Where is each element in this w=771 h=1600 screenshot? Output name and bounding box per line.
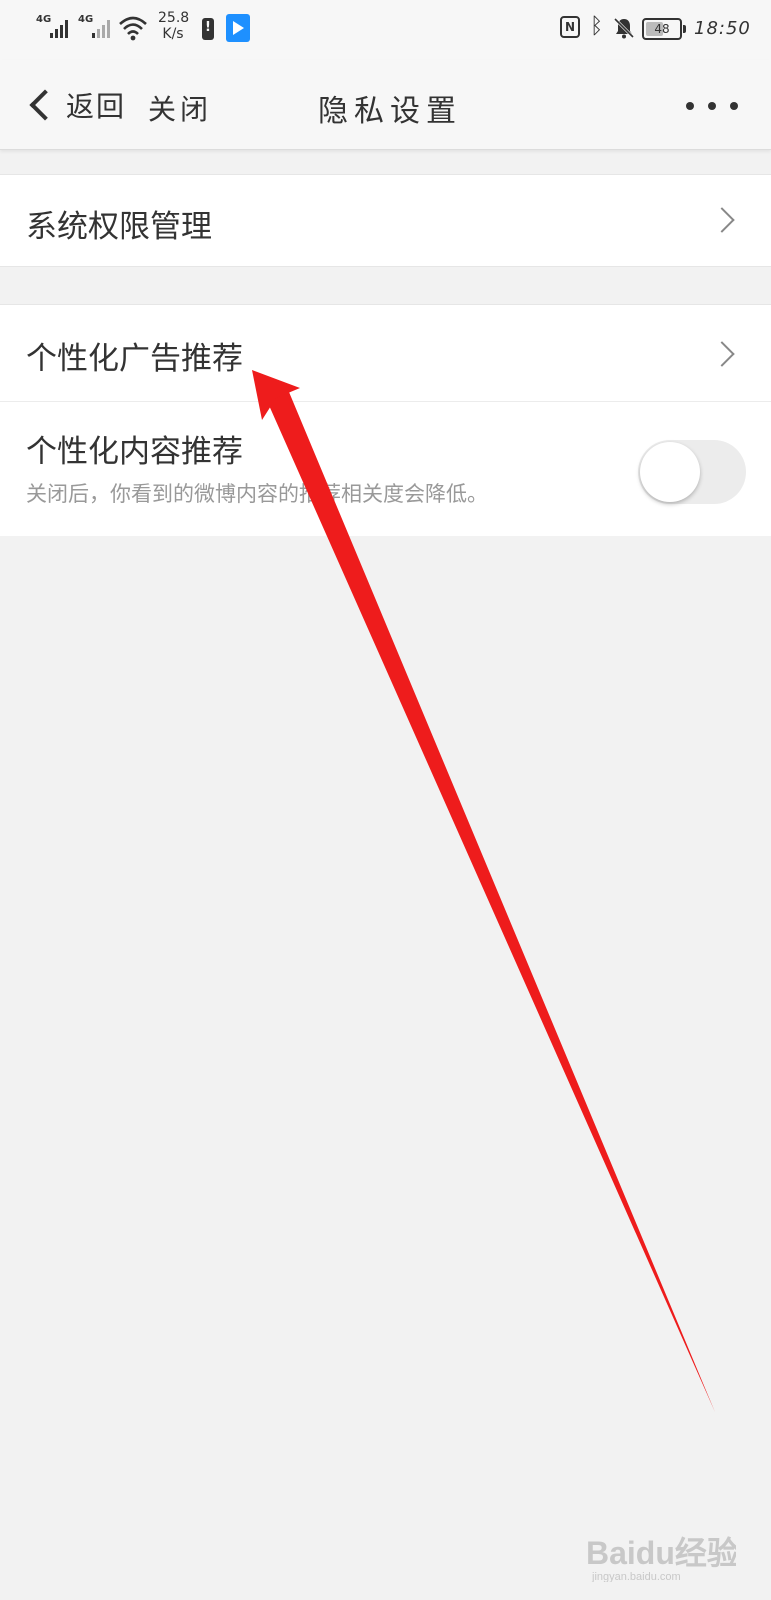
- system-permissions-label: 系统权限管理: [26, 209, 212, 245]
- dot-icon: [708, 102, 716, 110]
- personalized-content-label: 个性化内容推荐: [26, 434, 243, 470]
- network-type-label: 4G: [78, 14, 94, 25]
- network-speed-unit: K/s: [162, 26, 184, 42]
- dot-icon: [730, 102, 738, 110]
- settings-group-permissions: 系统权限管理: [0, 174, 771, 267]
- network-type-label: 4G: [36, 14, 52, 25]
- battery-level: 48: [654, 22, 670, 36]
- system-permissions-row[interactable]: 系统权限管理: [0, 175, 771, 266]
- nfc-icon: N: [560, 16, 580, 38]
- personalized-content-row: 个性化内容推荐 关闭后，你看到的微博内容的推荐相关度会降低。: [0, 402, 771, 536]
- toggle-knob: [640, 442, 700, 502]
- watermark-text: Baidu经验: [586, 1535, 736, 1571]
- battery-alert-icon: [202, 18, 214, 40]
- chevron-left-icon: [29, 89, 61, 121]
- page-title: 隐私设置: [318, 94, 462, 129]
- app-notification-icon: [226, 14, 250, 42]
- back-label: 返回: [66, 90, 127, 123]
- back-button[interactable]: 返回: [22, 80, 126, 130]
- wifi-icon: [119, 16, 147, 41]
- personalized-ads-label: 个性化广告推荐: [26, 341, 243, 377]
- chevron-right-icon: [709, 341, 735, 367]
- close-button[interactable]: 关闭: [148, 88, 212, 128]
- watermark-subtext: jingyan.baidu.com: [591, 1571, 681, 1582]
- mute-bell-icon: [613, 17, 635, 39]
- chevron-right-icon: [709, 207, 735, 233]
- network-speed-value: 25.8: [158, 10, 190, 26]
- dot-icon: [686, 102, 694, 110]
- battery-icon: 48: [642, 18, 686, 40]
- status-time: 18:50: [694, 18, 751, 39]
- personalized-content-toggle[interactable]: [638, 440, 746, 504]
- baidu-watermark: Baidu经验 jingyan.baidu.com: [586, 1535, 736, 1582]
- bluetooth-icon: ᛒ: [590, 14, 604, 39]
- settings-group-personalization: 个性化广告推荐 个性化内容推荐 关闭后，你看到的微博内容的推荐相关度会降低。: [0, 304, 771, 536]
- personalized-content-description: 关闭后，你看到的微博内容的推荐相关度会降低。: [26, 482, 488, 506]
- status-bar: 4G 4G 25.8 K/s N ᛒ 48 18:50: [0, 0, 771, 60]
- navigation-bar: 返回 关闭 隐私设置: [0, 60, 771, 150]
- more-options-button[interactable]: [686, 100, 742, 112]
- network-speed: 25.8 K/s: [158, 10, 190, 42]
- personalized-ads-row[interactable]: 个性化广告推荐: [0, 305, 771, 401]
